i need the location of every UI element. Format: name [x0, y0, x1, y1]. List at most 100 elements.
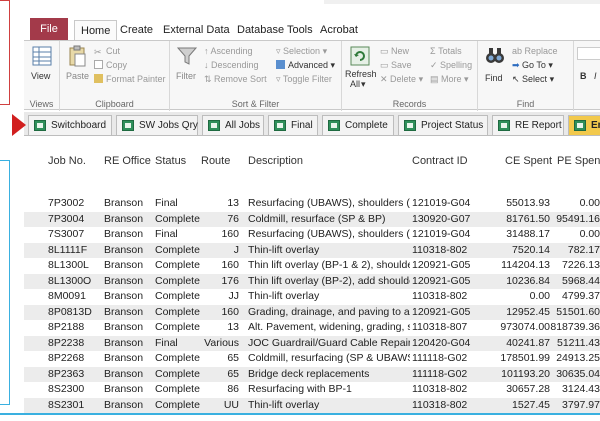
tab-external-data[interactable]: External Data [157, 20, 236, 40]
doctab-sw-jobs-qry[interactable]: SW Jobs Qry [116, 115, 198, 135]
cell-route: 13 [227, 321, 239, 333]
cell-contract-id: 110318-807 [412, 321, 468, 333]
more-button[interactable]: ▤ More ▾ [430, 74, 469, 85]
cell-contract-id: 110318-802 [412, 290, 468, 302]
tab-file[interactable]: File [30, 18, 68, 40]
cell-pe-spent: 5968.44 [562, 274, 600, 287]
tab-acrobat[interactable]: Acrobat [314, 20, 364, 40]
cell-job-no: 8P0813D [48, 305, 92, 318]
table-row[interactable]: 8S2300 Branson Complete 86 Resurfacing with … [24, 382, 600, 397]
table-icon [404, 120, 416, 131]
view-button[interactable]: View [28, 45, 56, 89]
totals-button[interactable]: Σ Totals [430, 46, 462, 56]
save-record-button[interactable]: ▭ Save [380, 60, 412, 71]
cell-job-no: 8L1300O [48, 274, 92, 287]
cell-pe-spent: 3124.43 [562, 383, 600, 395]
cell-job-no: 7P3002 [48, 197, 85, 209]
spelling-button[interactable]: ✓ Spelling [430, 60, 472, 71]
cell-contract-id: 120921-G05 [412, 259, 471, 271]
cell-pe-spent: 818739.36 [550, 321, 600, 333]
table-row[interactable]: 8S2301 Branson Complete UU Thin-lift overlay… [24, 397, 600, 413]
cut-button[interactable]: ✂ Cut [94, 46, 120, 57]
refresh-all-button[interactable]: Refresh All ▾ [345, 45, 377, 91]
cell-contract-id: 120921-G05 [412, 305, 471, 318]
table-row[interactable]: 8P2238 Branson Final Various JOC Guardrail/G… [24, 335, 600, 351]
tab-create[interactable]: Create [114, 20, 159, 40]
doctab-engineering-report[interactable]: Engineering Report [568, 115, 600, 135]
cell-route: UU [223, 398, 239, 411]
delete-record-button[interactable]: ✕ Delete ▾ [380, 74, 423, 85]
toggle-filter-button[interactable]: ▿ Toggle Filter [276, 74, 332, 85]
table-row[interactable]: 8P2268 Branson Complete 65 Coldmill, resurfa… [24, 351, 600, 366]
remove-sort-button[interactable]: ⇅ Remove Sort [204, 74, 267, 85]
table-row[interactable]: 8P2363 Branson Complete 65 Bridge deck repla… [24, 366, 600, 382]
toggle-filter-icon: ▿ [276, 74, 283, 84]
cell-status: Complete [155, 212, 200, 225]
select-label: Select [522, 74, 548, 84]
binoculars-icon [486, 48, 504, 63]
format-painter-button[interactable]: Format Painter [94, 74, 166, 84]
copy-button[interactable]: Copy [94, 60, 127, 70]
table-row[interactable]: 8M0091 Branson Complete JJ Thin-lift overlay… [24, 289, 600, 304]
table-row[interactable]: 7P3002 Branson Final 13 Resurfacing (UBAWS),… [24, 196, 600, 211]
chevron-down-icon: ▾ [545, 60, 553, 70]
selection-button[interactable]: ▿ Selection ▾ [276, 46, 327, 57]
doctab-re-report[interactable]: RE Report [492, 115, 564, 135]
refresh-label: Refresh [345, 69, 377, 79]
new-record-icon: ▭ [380, 46, 392, 56]
cell-re-office: Branson [104, 212, 144, 225]
bold-icon: B [580, 71, 587, 81]
new-record-button[interactable]: ▭ New [380, 46, 409, 57]
table-row[interactable]: 7S3007 Branson Final 160 Resurfacing (UBAWS)… [24, 227, 600, 242]
chevron-down-icon: ▾ [547, 74, 555, 84]
doctab-project-status[interactable]: Project Status [398, 115, 488, 135]
descending-button[interactable]: ↓ Descending [204, 60, 259, 70]
table-row[interactable]: 8L1300O Branson Complete 176 Thin lift overl… [24, 273, 600, 289]
goto-button[interactable]: ➡ Go To ▾ [512, 60, 553, 71]
table-row[interactable]: 7P3004 Branson Complete 76 Coldmill, resurfa… [24, 211, 600, 227]
doctab-complete[interactable]: Complete [322, 115, 394, 135]
cell-job-no: 8M0091 [48, 290, 86, 302]
advanced-button[interactable]: Advanced ▾ [276, 60, 335, 71]
font-name-dropdown[interactable] [577, 47, 600, 60]
bold-button[interactable]: B [580, 71, 587, 81]
report-sheet: Job No. RE Office Status Route Descripti… [24, 137, 600, 413]
cell-route: 86 [227, 383, 239, 395]
doctab-final[interactable]: Final [268, 115, 318, 135]
italic-button[interactable]: I [594, 71, 597, 81]
chevron-down-icon: ▾ [461, 74, 469, 84]
cell-job-no: 8S2300 [48, 383, 85, 395]
chevron-down-icon: ▾ [361, 79, 366, 89]
select-button[interactable]: ↖ Select ▾ [512, 74, 554, 85]
tab-database-tools[interactable]: Database Tools [231, 20, 319, 40]
column-header-job-no: Job No. [48, 155, 86, 167]
cell-re-office: Branson [104, 336, 144, 349]
column-header-contract-id: Contract ID [412, 155, 468, 167]
doctab-label: All Jobs [225, 120, 261, 131]
replace-button[interactable]: ab Replace [512, 46, 558, 56]
table-icon [328, 120, 340, 131]
ascending-button[interactable]: ↑ Ascending [204, 46, 253, 56]
annotation-bottom-line [0, 413, 600, 415]
table-row[interactable]: 8L1111F Branson Complete J Thin-lift overlay… [24, 242, 600, 258]
annotation-bar-top [0, 0, 10, 105]
doctab-label: Project Status [421, 120, 484, 131]
doctab-switchboard[interactable]: Switchboard [28, 115, 112, 135]
paste-button[interactable]: Paste [64, 45, 90, 89]
cell-job-no: 8P2238 [48, 336, 85, 349]
table-row[interactable]: 8P2188 Branson Complete 13 Alt. Pavement, wi… [24, 320, 600, 335]
cell-route: J [233, 243, 239, 256]
cell-contract-id: 130920-G07 [412, 212, 471, 225]
replace-icon: ab [512, 46, 525, 56]
tab-home[interactable]: Home [74, 20, 118, 40]
access-window: File Home Create External Data Database … [24, 0, 600, 413]
cell-status: Complete [155, 321, 200, 333]
view-label: View [31, 71, 51, 81]
table-row[interactable]: 8P0813D Branson Complete 160 Grading, draina… [24, 304, 600, 320]
table-row[interactable]: 8L1300L Branson Complete 160 Thin lift overl… [24, 258, 600, 273]
filter-button[interactable]: Filter [174, 45, 200, 89]
find-button[interactable]: Find [482, 45, 508, 89]
cell-contract-id: 111118-G02 [412, 367, 468, 380]
doctab-all-jobs[interactable]: All Jobs [202, 115, 264, 135]
cell-re-office: Branson [104, 243, 144, 256]
